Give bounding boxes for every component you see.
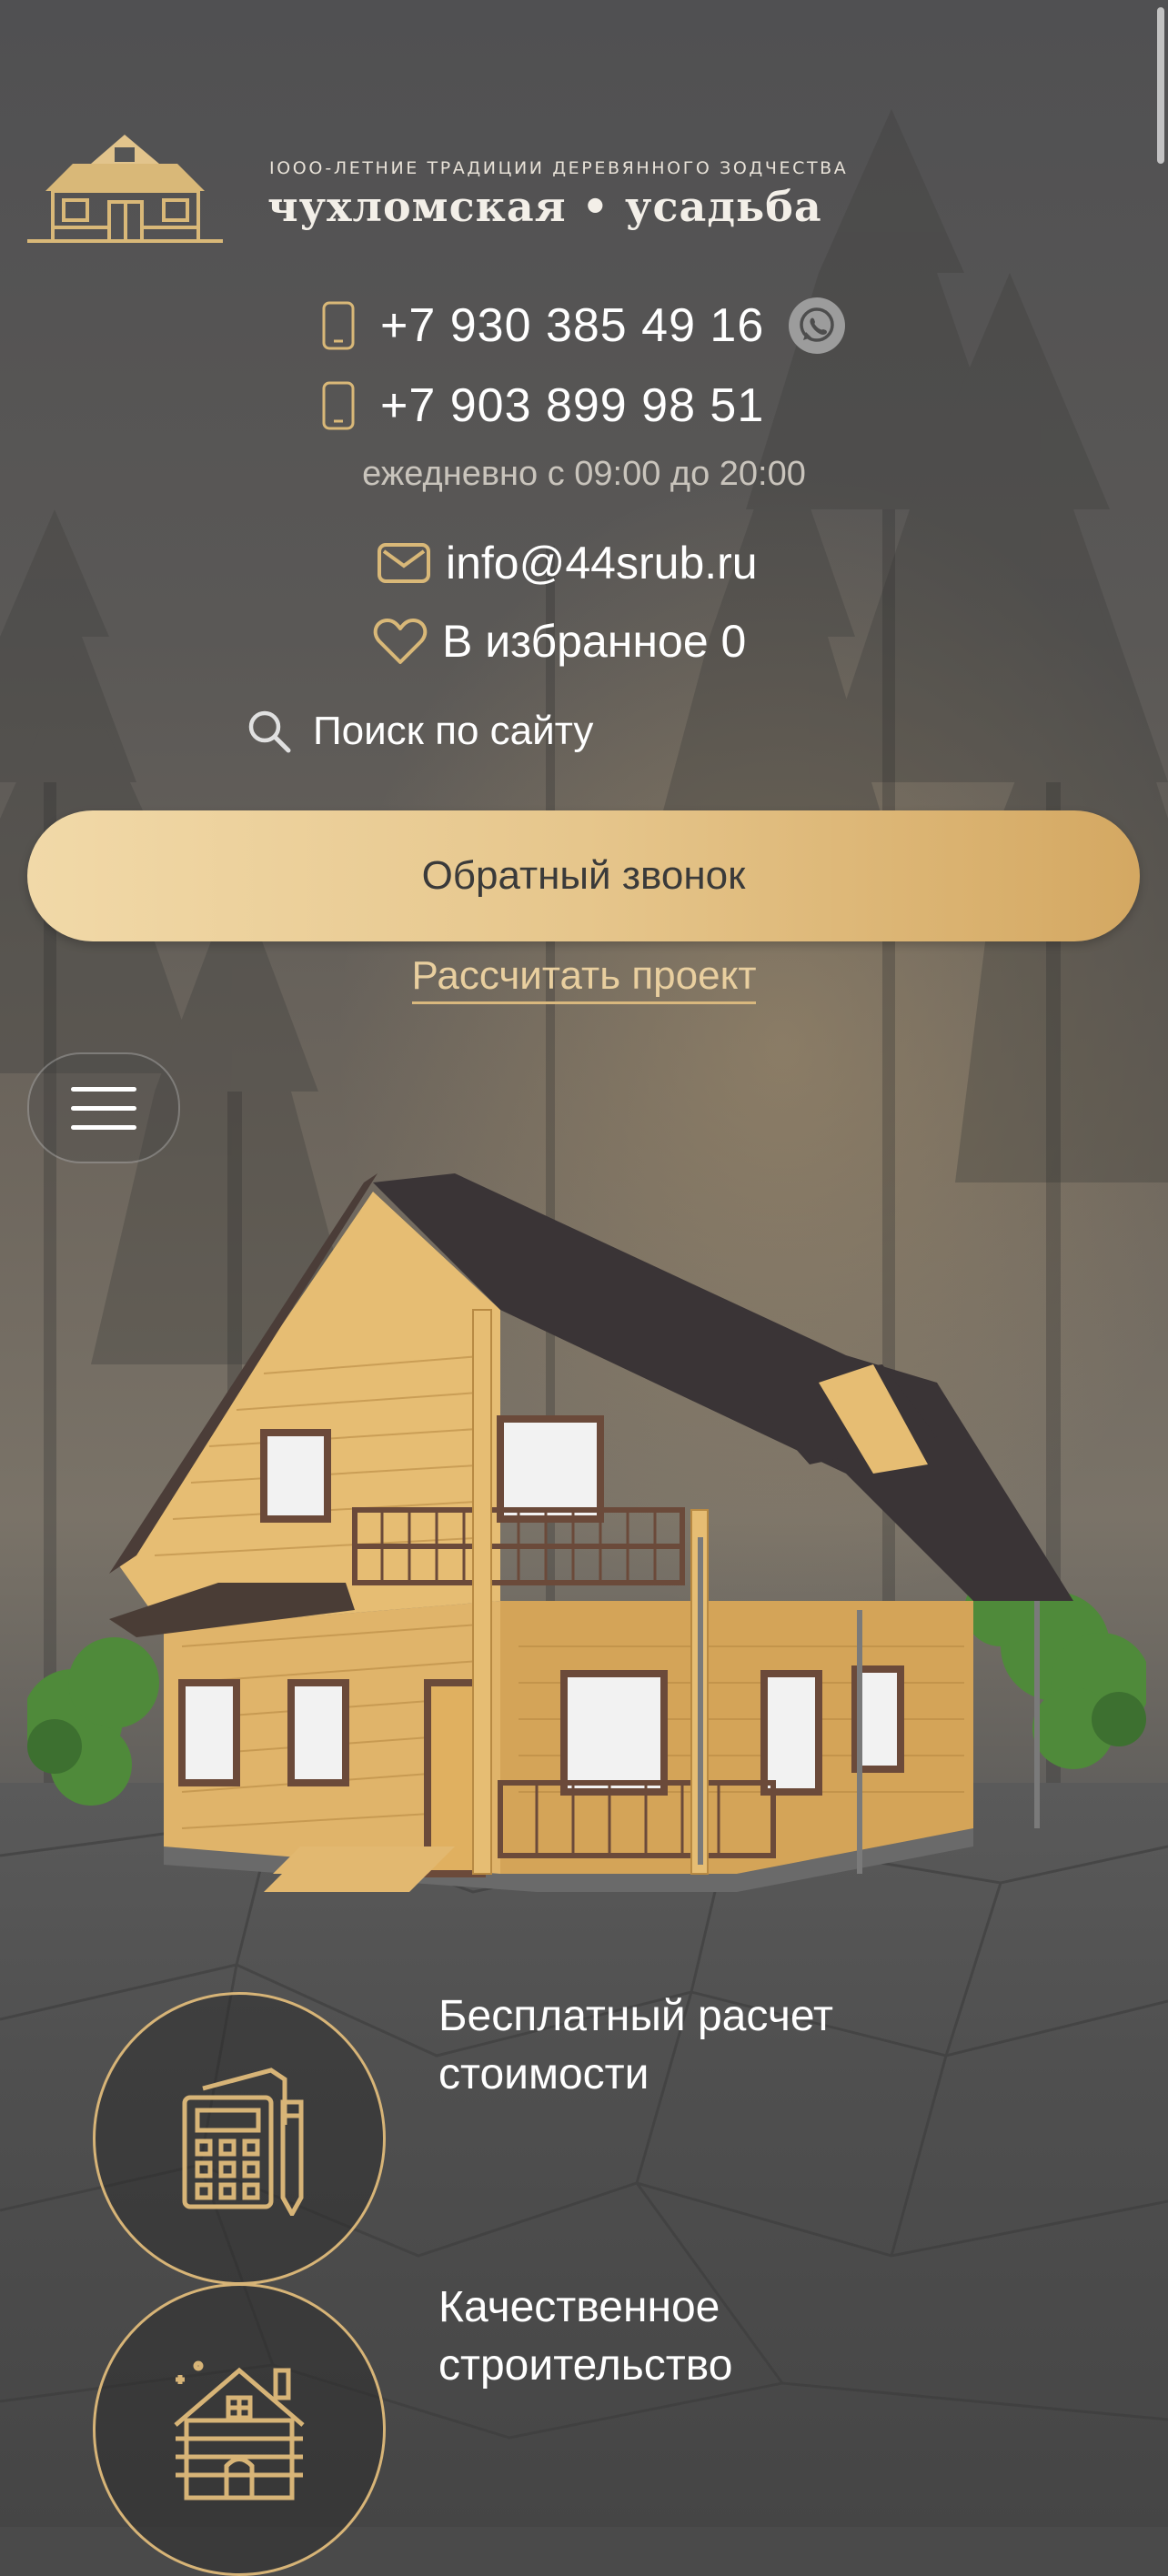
search-icon [248, 710, 291, 753]
working-hours: ежедневно с 09:00 до 20:00 [362, 455, 806, 493]
menu-burger-button[interactable] [27, 1052, 180, 1163]
calculator-icon [182, 2068, 304, 2216]
favorites-row[interactable]: В избранное 0 [373, 615, 746, 668]
callback-button[interactable]: Обратный звонок [27, 810, 1140, 941]
wooden-house-image [27, 1173, 1146, 1892]
phone-row-1: +7 930 385 49 16 [320, 297, 846, 355]
mail-icon [378, 543, 430, 583]
feature-circle-construction [93, 2283, 386, 2576]
menu-icon-line [71, 1105, 136, 1111]
log-house-icon [174, 2360, 305, 2501]
feature-circle-calculation [93, 1992, 386, 2285]
menu-icon-line [71, 1086, 136, 1092]
feature-title-construction: Качественное строительство [438, 2283, 733, 2390]
calculate-project-row: Рассчитать проект [0, 953, 1168, 1004]
mobile-phone-icon [322, 381, 355, 430]
logo-house-icon[interactable] [27, 127, 223, 255]
whatsapp-icon[interactable] [788, 297, 846, 355]
mobile-phone-icon [322, 301, 355, 350]
site-search[interactable]: Поиск по сайту [246, 708, 593, 755]
email-row[interactable]: info@44srub.ru [377, 537, 758, 589]
menu-icon-line [71, 1124, 136, 1130]
feature-title-calculation: Бесплатный расчет стоимости [438, 1992, 833, 2098]
phone-link-1[interactable]: +7 930 385 49 16 [380, 298, 764, 353]
phone-link-2[interactable]: +7 903 899 98 51 [380, 378, 764, 433]
phone-row-2: +7 903 899 98 51 [320, 378, 764, 433]
email-link[interactable]: info@44srub.ru [446, 537, 758, 589]
logo-tagline: IOOO-ЛЕТНИЕ ТРАДИЦИИ ДЕРЕВЯННОГО ЗОДЧЕСТ… [269, 158, 849, 178]
logo-name[interactable]: чухломская • усадьба [267, 182, 922, 231]
heart-icon [373, 619, 428, 664]
favorites-link[interactable]: В избранное 0 [442, 615, 746, 668]
calculate-project-link[interactable]: Рассчитать проект [411, 953, 757, 1004]
scrollbar[interactable] [1157, 7, 1164, 164]
search-label[interactable]: Поиск по сайту [313, 709, 593, 754]
